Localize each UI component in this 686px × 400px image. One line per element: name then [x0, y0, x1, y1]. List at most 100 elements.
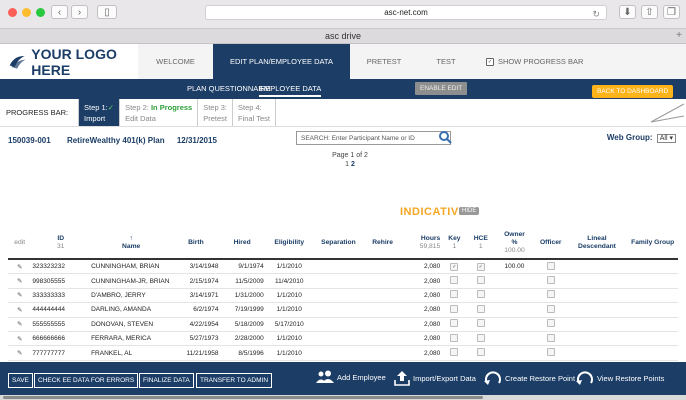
- horizontal-scrollbar[interactable]: [0, 395, 686, 400]
- scrollbar-thumb[interactable]: [3, 396, 483, 399]
- table-row[interactable]: ✎ 777777777 FRANKEL, AL 11/21/1958 8/5/1996 1…: [8, 345, 678, 361]
- table-row[interactable]: ✎ 444444444 DARLING, AMANDA 6/2/1974 7/19/19…: [8, 302, 678, 318]
- step-pretest[interactable]: Step 3: Pretest: [198, 99, 233, 126]
- tabs-icon[interactable]: ❐: [663, 5, 680, 19]
- officer-checkbox[interactable]: [546, 304, 555, 313]
- header-birth[interactable]: Birth: [172, 228, 220, 260]
- nav-welcome[interactable]: WELCOME: [138, 44, 213, 79]
- pencil-icon[interactable]: ✎: [17, 307, 22, 314]
- table-row[interactable]: ✎ 555555555 DONOVAN, STEVEN 4/22/1954 5/18/2…: [8, 317, 678, 332]
- back-to-dashboard-button[interactable]: BACK TO DASHBOARD: [592, 85, 674, 98]
- tab-title[interactable]: asc drive: [325, 31, 361, 41]
- show-progress-toggle[interactable]: ✓ SHOW PROGRESS BAR: [474, 44, 686, 79]
- nav-pretest[interactable]: PRETEST: [350, 44, 418, 79]
- check-data-button[interactable]: CHECK EE DATA FOR ERRORS: [34, 373, 139, 388]
- key-checkbox[interactable]: [450, 333, 459, 342]
- close-window-button[interactable]: [8, 8, 17, 17]
- table-row[interactable]: ✎ 323323232 CUNNINGHAM, BRIAN 3/14/1948 9/1/…: [8, 259, 678, 275]
- save-button[interactable]: SAVE: [8, 373, 33, 388]
- table-row[interactable]: ✎ 998305555 CUNNINGHAM-JR, BRIAN 2/15/1974 1…: [8, 273, 678, 289]
- header-hce[interactable]: HCE 1: [467, 228, 494, 260]
- header-owner[interactable]: Owner% 100.00: [493, 228, 535, 260]
- tab-employee-data[interactable]: EMPLOYEE DATA: [259, 79, 322, 97]
- header-hired[interactable]: Hired: [219, 228, 265, 260]
- header-id[interactable]: ID 31: [31, 228, 91, 260]
- key-checkbox[interactable]: [450, 319, 459, 328]
- pencil-icon[interactable]: ✎: [17, 336, 22, 343]
- page-1-link[interactable]: 1: [345, 161, 349, 168]
- finalize-data-button[interactable]: FINALIZE DATA: [139, 373, 194, 388]
- key-checkbox[interactable]: ✓: [450, 262, 459, 271]
- page-2-link[interactable]: 2: [351, 161, 355, 168]
- key-checkbox[interactable]: [450, 276, 459, 285]
- header-rehire[interactable]: Rehire: [363, 228, 403, 260]
- new-tab-icon[interactable]: +: [676, 29, 682, 43]
- sidebar-icon[interactable]: ▯: [97, 5, 117, 19]
- nav-test[interactable]: TEST: [418, 44, 474, 79]
- officer-checkbox[interactable]: [546, 290, 555, 299]
- officer-checkbox[interactable]: [546, 319, 555, 328]
- edit-cell[interactable]: ✎: [8, 302, 32, 318]
- header-officer[interactable]: Officer: [534, 228, 567, 260]
- edit-cell[interactable]: ✎: [8, 317, 32, 332]
- header-key[interactable]: Key 1: [441, 228, 468, 260]
- hce-checkbox[interactable]: ✓: [476, 262, 485, 271]
- table-row[interactable]: ✎ 666666666 FERRARA, MERICA 5/27/1973 2/28/2…: [8, 331, 678, 347]
- edit-cell[interactable]: ✎: [8, 273, 32, 289]
- header-lineal[interactable]: Lineal Descendant: [566, 228, 628, 260]
- address-bar[interactable]: asc-net.com ↻: [205, 5, 607, 20]
- import-export-button[interactable]: Import/Export Data: [394, 370, 476, 386]
- cell-lineal: [566, 317, 628, 332]
- edit-cell[interactable]: ✎: [8, 288, 32, 304]
- web-group-select[interactable]: All ▾: [656, 134, 676, 143]
- search-input[interactable]: SEARCH: Enter Participant Name or ID: [296, 131, 451, 145]
- header-separation[interactable]: Separation: [313, 228, 364, 260]
- create-restore-point-button[interactable]: Create Restore Point: [484, 370, 575, 386]
- show-progress-checkbox[interactable]: ✓: [486, 57, 494, 66]
- view-restore-points-button[interactable]: View Restore Points: [576, 370, 664, 386]
- step-import[interactable]: Step 1:✓ Import: [79, 99, 121, 126]
- table-row[interactable]: ✎ 333333333 D'AMBRO, JERRY 3/14/1971 1/31/20…: [8, 288, 678, 304]
- pencil-icon[interactable]: ✎: [17, 264, 22, 271]
- pencil-icon[interactable]: ✎: [17, 321, 22, 328]
- header-name[interactable]: ↑ Name: [90, 228, 173, 260]
- hce-checkbox[interactable]: [476, 304, 485, 313]
- edit-cell[interactable]: ✎: [8, 331, 32, 347]
- step-final-test[interactable]: Step 4: Final Test: [233, 99, 276, 126]
- edit-cell[interactable]: ✎: [8, 345, 32, 361]
- key-checkbox[interactable]: [450, 348, 459, 357]
- pencil-icon[interactable]: ✎: [17, 350, 22, 357]
- header-eligibility[interactable]: Eligibility: [264, 228, 314, 260]
- logo[interactable]: YOUR LOGO HERE: [0, 46, 138, 78]
- forward-icon[interactable]: ›: [71, 5, 88, 19]
- step-edit-data[interactable]: Step 2: In Progress Edit Data: [120, 99, 199, 126]
- hide-button[interactable]: HIDE: [459, 207, 480, 215]
- reload-icon[interactable]: ↻: [592, 7, 600, 21]
- edit-cell[interactable]: ✎: [8, 259, 32, 275]
- header-family[interactable]: Family Group: [627, 228, 678, 260]
- officer-checkbox[interactable]: [546, 261, 555, 270]
- enable-edit-button[interactable]: ENABLE EDIT: [415, 82, 468, 95]
- pencil-icon[interactable]: ✎: [17, 292, 22, 299]
- zoom-window-button[interactable]: [36, 8, 45, 17]
- hce-checkbox[interactable]: [476, 276, 485, 285]
- search-icon[interactable]: [438, 130, 452, 144]
- key-checkbox[interactable]: [450, 290, 459, 299]
- hce-checkbox[interactable]: [476, 319, 485, 328]
- nav-edit-plan[interactable]: EDIT PLAN/EMPLOYEE DATA: [213, 44, 350, 79]
- transfer-to-admin-button[interactable]: TRANSFER TO ADMIN: [196, 373, 273, 388]
- share-icon[interactable]: ⇧: [641, 5, 658, 19]
- key-checkbox[interactable]: [450, 304, 459, 313]
- officer-checkbox[interactable]: [546, 348, 555, 357]
- header-hours[interactable]: Hours 59,815: [402, 228, 442, 260]
- add-employee-button[interactable]: Add Employee: [316, 370, 386, 384]
- pencil-icon[interactable]: ✎: [17, 278, 22, 285]
- download-icon[interactable]: ⬇: [619, 5, 636, 19]
- officer-checkbox[interactable]: [546, 276, 555, 285]
- officer-checkbox[interactable]: [546, 333, 555, 342]
- hce-checkbox[interactable]: [476, 348, 485, 357]
- hce-checkbox[interactable]: [476, 290, 485, 299]
- back-icon[interactable]: ‹: [51, 5, 68, 19]
- hce-checkbox[interactable]: [476, 333, 485, 342]
- minimize-window-button[interactable]: [22, 8, 31, 17]
